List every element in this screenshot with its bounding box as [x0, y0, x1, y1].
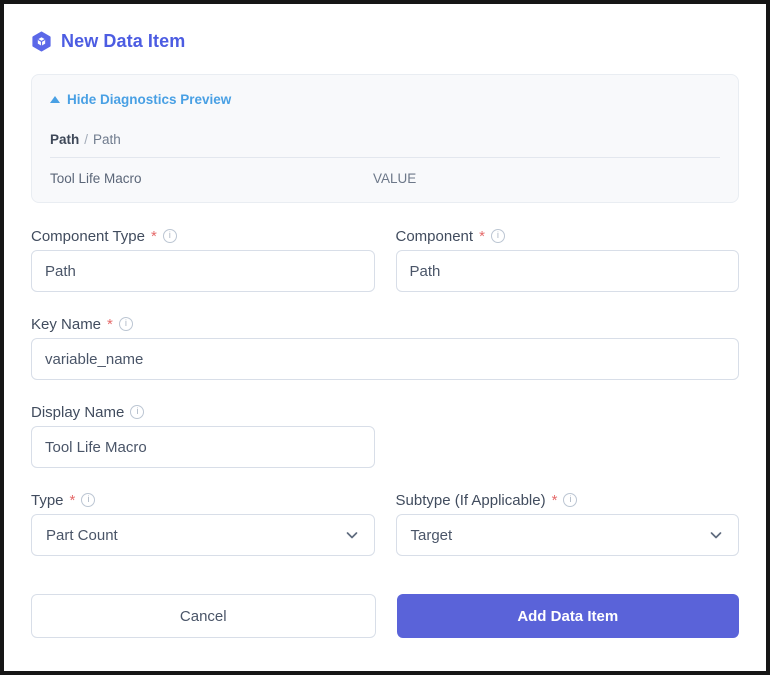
required-asterisk: * [151, 228, 157, 245]
component-type-input[interactable] [31, 250, 375, 292]
type-select[interactable]: Part Count [31, 514, 375, 556]
required-asterisk: * [107, 316, 113, 333]
subtype-select-value: Target [411, 527, 453, 544]
label-text: Key Name [31, 316, 101, 333]
diagnostics-preview-panel: Hide Diagnostics Preview Path / Path Tool … [31, 74, 739, 203]
display-name-field: Display Name i [31, 403, 375, 468]
info-icon[interactable]: i [130, 405, 144, 419]
triangle-up-icon [50, 96, 60, 103]
spacer-column [396, 403, 740, 468]
new-data-item-dialog: New Data Item Hide Diagnostics Preview P… [4, 4, 766, 665]
component-input[interactable] [396, 250, 740, 292]
component-type-field: Component Type * i [31, 227, 375, 292]
dialog-header: New Data Item [31, 30, 739, 52]
cancel-button[interactable]: Cancel [31, 594, 376, 638]
key-name-label: Key Name * i [31, 315, 739, 333]
required-asterisk: * [552, 492, 558, 509]
page-title: New Data Item [61, 31, 185, 52]
component-label: Component * i [396, 227, 740, 245]
hide-diagnostics-toggle[interactable]: Hide Diagnostics Preview [50, 92, 720, 107]
breadcrumb: Path / Path [50, 132, 720, 147]
label-text: Component [396, 228, 474, 245]
info-icon[interactable]: i [563, 493, 577, 507]
preview-row: Tool Life Macro VALUE [50, 171, 720, 186]
key-name-input[interactable] [31, 338, 739, 380]
info-icon[interactable]: i [163, 229, 177, 243]
key-name-field: Key Name * i [31, 315, 739, 380]
breadcrumb-separator: / [84, 132, 88, 147]
add-data-item-button[interactable]: Add Data Item [397, 594, 740, 638]
required-asterisk: * [70, 492, 76, 509]
required-asterisk: * [479, 228, 485, 245]
subtype-label: Subtype (If Applicable) * i [396, 491, 740, 509]
form-row-type: Type * i Part Count Subtype (If Applicab… [31, 491, 739, 556]
form-row-component: Component Type * i Component * i [31, 227, 739, 292]
display-name-label: Display Name i [31, 403, 375, 421]
subtype-select[interactable]: Target [396, 514, 740, 556]
type-label: Type * i [31, 491, 375, 509]
label-text: Component Type [31, 228, 145, 245]
form-row-display-name: Display Name i [31, 403, 739, 468]
cube-icon [31, 31, 52, 52]
subtype-field: Subtype (If Applicable) * i Target [396, 491, 740, 556]
label-text: Type [31, 492, 64, 509]
preview-item-value: VALUE [373, 171, 416, 186]
type-select-value: Part Count [46, 527, 118, 544]
toggle-label: Hide Diagnostics Preview [67, 92, 231, 107]
preview-item-name: Tool Life Macro [50, 171, 373, 186]
chevron-down-icon [344, 527, 360, 543]
dialog-actions: Cancel Add Data Item [31, 594, 739, 638]
label-text: Display Name [31, 404, 124, 421]
info-icon[interactable]: i [119, 317, 133, 331]
component-field: Component * i [396, 227, 740, 292]
info-icon[interactable]: i [81, 493, 95, 507]
chevron-down-icon [708, 527, 724, 543]
breadcrumb-primary: Path [50, 132, 79, 147]
breadcrumb-secondary: Path [93, 132, 121, 147]
type-field: Type * i Part Count [31, 491, 375, 556]
label-text: Subtype (If Applicable) [396, 492, 546, 509]
component-type-label: Component Type * i [31, 227, 375, 245]
info-icon[interactable]: i [491, 229, 505, 243]
panel-divider [50, 157, 720, 158]
dialog-frame: New Data Item Hide Diagnostics Preview P… [0, 0, 770, 675]
display-name-input[interactable] [31, 426, 375, 468]
